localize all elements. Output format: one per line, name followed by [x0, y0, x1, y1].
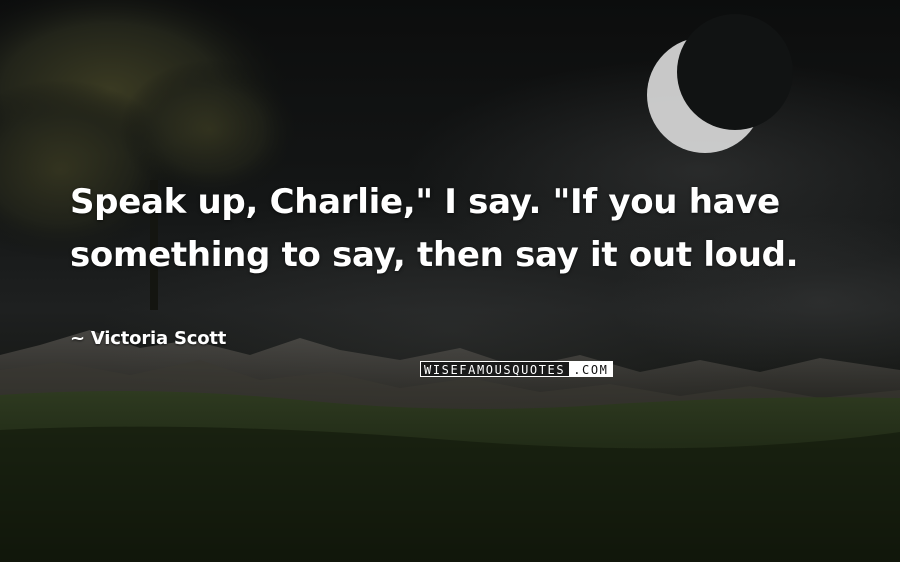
watermark-main: WISEFAMOUSQUOTES	[420, 361, 570, 377]
site-watermark: WISEFAMOUSQUOTES .COM	[420, 361, 613, 377]
author-attribution: ~ Victoria Scott	[70, 328, 226, 349]
quote-text: Speak up, Charlie," I say. "If you have …	[70, 182, 799, 275]
watermark-tld: .COM	[569, 361, 613, 377]
grass-field	[0, 391, 900, 562]
author-name: Victoria Scott	[90, 328, 227, 349]
quote-card: Speak up, Charlie," I say. "If you have …	[0, 0, 900, 562]
crescent-moon-icon	[647, 14, 793, 153]
author-prefix: ~	[70, 328, 85, 349]
